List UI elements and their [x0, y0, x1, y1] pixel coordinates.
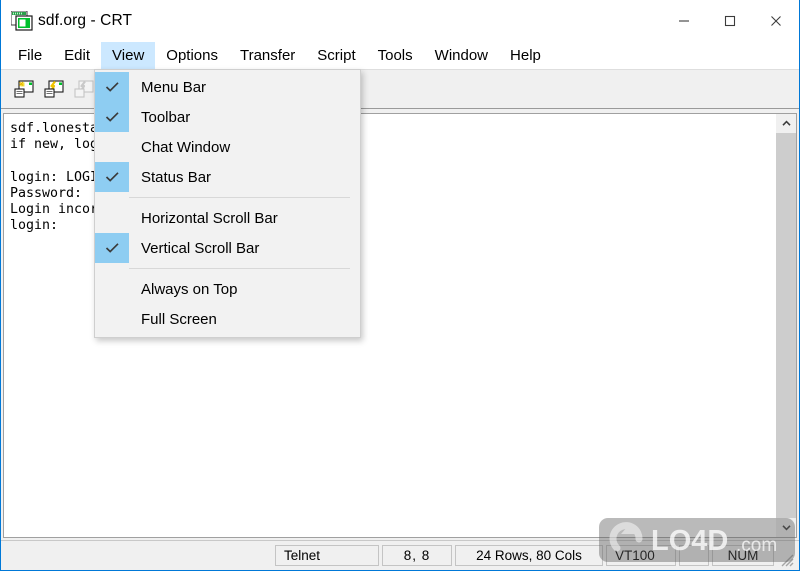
window-controls — [661, 0, 799, 42]
menu-item-options[interactable]: Options — [155, 42, 229, 69]
view-dropdown-menu: Menu Bar Toolbar Chat Window Status Bar … — [94, 69, 361, 338]
checkmark-placeholder — [95, 304, 129, 334]
menu-item-tools[interactable]: Tools — [367, 42, 424, 69]
menu-item-help[interactable]: Help — [499, 42, 552, 69]
resize-grip[interactable] — [779, 552, 795, 568]
menu-item-label: Edit — [64, 47, 91, 64]
menu-item-label: Window — [434, 47, 489, 64]
menu-separator — [129, 268, 350, 269]
menu-option-always-on-top[interactable]: Always on Top — [95, 274, 360, 304]
vertical-scrollbar[interactable] — [776, 113, 797, 538]
crt-terminal-icon — [10, 10, 33, 31]
menu-option-label: Full Screen — [141, 310, 217, 328]
menu-option-vertical-scroll-bar[interactable]: Vertical Scroll Bar — [95, 233, 360, 263]
status-num-label: NUM — [727, 548, 759, 563]
menu-option-horizontal-scroll-bar[interactable]: Horizontal Scroll Bar — [95, 203, 360, 233]
menu-item-label: View — [112, 47, 145, 64]
menu-item-transfer[interactable]: Transfer — [229, 42, 306, 69]
minimize-button[interactable] — [661, 0, 707, 42]
menu-item-script[interactable]: Script — [306, 42, 366, 69]
maximize-button[interactable] — [707, 0, 753, 42]
status-protocol-label: Telnet — [284, 548, 321, 563]
checkmark-icon — [95, 102, 129, 132]
scroll-down-arrow[interactable] — [776, 518, 796, 537]
scrollbar-track[interactable] — [776, 133, 796, 518]
status-screen-size: 24 Rows, 80 Cols — [455, 545, 603, 566]
menu-item-edit[interactable]: Edit — [53, 42, 101, 69]
menu-option-label: Toolbar — [141, 108, 191, 126]
menu-item-label: Help — [510, 47, 541, 64]
menu-option-chat-window[interactable]: Chat Window — [95, 132, 360, 162]
checkmark-placeholder — [95, 132, 129, 162]
menu-option-label: Status Bar — [141, 168, 212, 186]
menu-option-label: Chat Window — [141, 138, 231, 156]
connect-icon[interactable] — [9, 74, 39, 104]
checkmark-placeholder — [95, 274, 129, 304]
menu-separator — [129, 197, 350, 198]
menu-item-label: Transfer — [239, 47, 296, 64]
window-title: sdf.org - CRT — [38, 12, 133, 29]
status-protocol: Telnet — [275, 545, 379, 566]
menu-item-label: Script — [317, 47, 356, 64]
connect-in-tab-icon[interactable] — [39, 74, 69, 104]
menu-item-window[interactable]: Window — [424, 42, 499, 69]
menu-item-view[interactable]: View — [101, 42, 156, 69]
status-indicator-num: NUM — [712, 545, 774, 566]
checkmark-icon — [95, 162, 129, 192]
menu-option-label: Always on Top — [141, 280, 238, 298]
checkmark-icon — [95, 72, 129, 102]
menu-option-toolbar[interactable]: Toolbar — [95, 102, 360, 132]
close-button[interactable] — [753, 0, 799, 42]
status-cursor-position: 8, 8 — [382, 545, 452, 566]
menu-option-label: Menu Bar — [141, 78, 207, 96]
menu-item-file[interactable]: File — [7, 42, 53, 69]
menu-item-label: Options — [166, 47, 218, 64]
menu-option-menu-bar[interactable]: Menu Bar — [95, 72, 360, 102]
menu-option-label: Horizontal Scroll Bar — [141, 209, 278, 227]
status-size-label: 24 Rows, 80 Cols — [476, 548, 582, 563]
status-bar: Telnet 8, 8 24 Rows, 80 Cols VT100 NUM — [1, 540, 799, 570]
menu-option-status-bar[interactable]: Status Bar — [95, 162, 360, 192]
checkmark-icon — [95, 233, 129, 263]
scrollbar-thumb[interactable] — [776, 133, 796, 518]
menu-item-label: File — [18, 47, 43, 64]
status-indicator-caps — [679, 545, 709, 566]
status-cursor-label: 8, 8 — [403, 548, 431, 563]
menu-option-full-screen[interactable]: Full Screen — [95, 304, 360, 334]
scroll-up-arrow[interactable] — [776, 114, 796, 133]
menu-option-label: Vertical Scroll Bar — [141, 239, 260, 257]
status-emulation-label: VT100 — [615, 548, 655, 563]
crt-application-window: sdf.org - CRT File Edit View Options Tra… — [0, 0, 800, 571]
title-bar: sdf.org - CRT — [1, 0, 799, 42]
menu-item-label: Tools — [377, 47, 413, 64]
checkmark-placeholder — [95, 203, 129, 233]
status-emulation: VT100 — [606, 545, 676, 566]
menu-bar: File Edit View Options Transfer Script T… — [1, 42, 799, 69]
